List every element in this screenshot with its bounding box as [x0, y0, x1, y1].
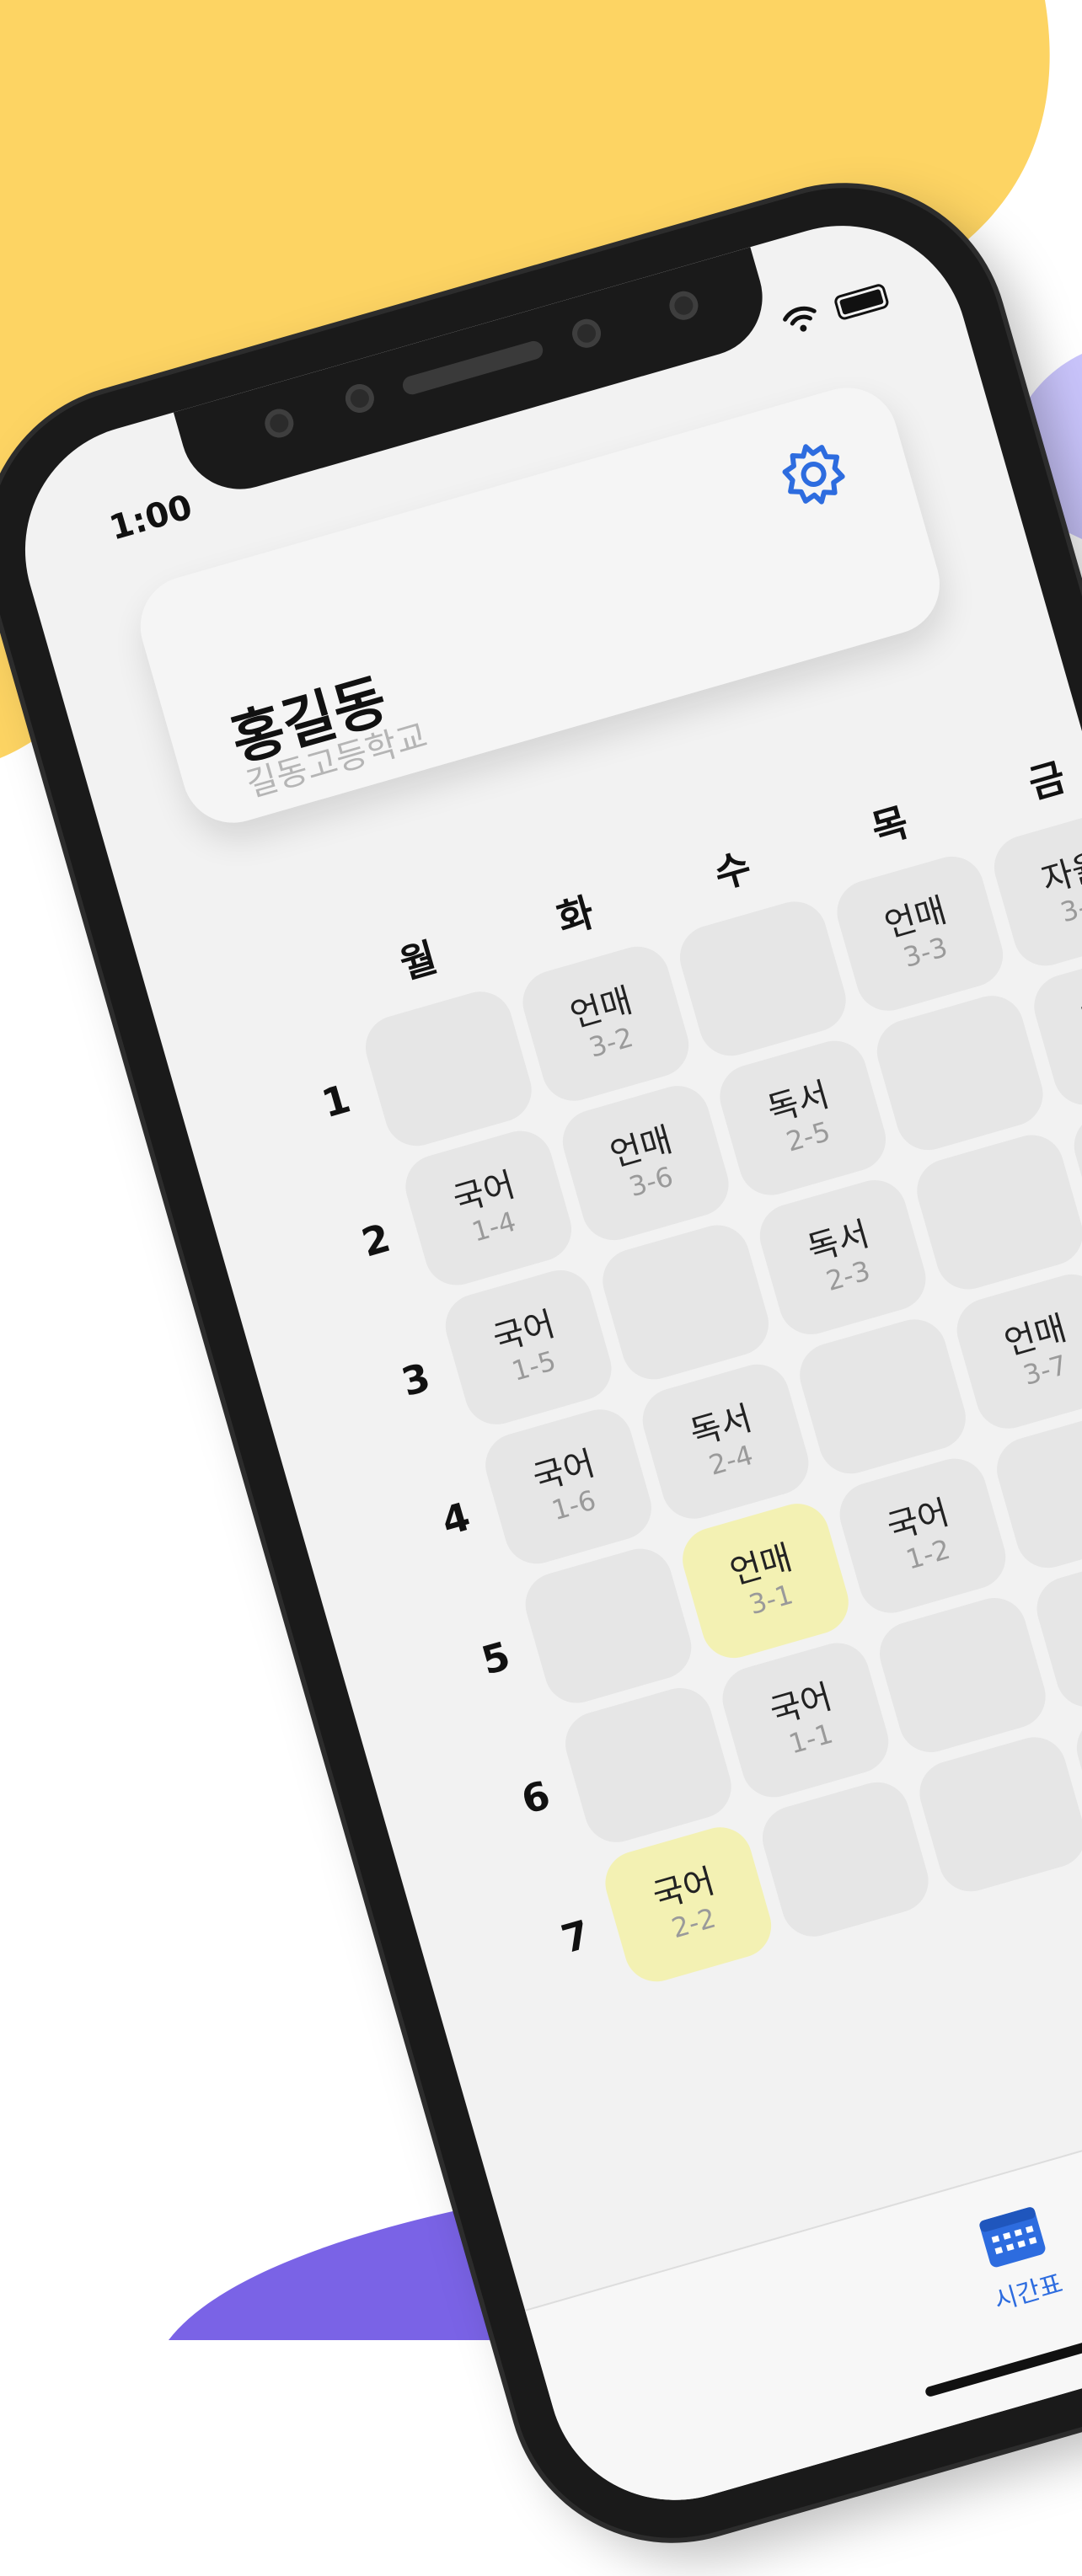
- gear-icon[interactable]: [772, 433, 855, 516]
- period-number: 6: [516, 1772, 555, 1824]
- cell-subject: 자율: [1077, 985, 1082, 1039]
- wifi-icon: [783, 306, 817, 332]
- timetable-cell[interactable]: 국어 1-4: [398, 1123, 580, 1293]
- timetable-cell[interactable]: 국어 1-1: [715, 1635, 897, 1805]
- timetable-cell[interactable]: 언매 3-6: [554, 1078, 737, 1248]
- timetable-cell[interactable]: [792, 1312, 973, 1482]
- timetable-cell[interactable]: [909, 1127, 1082, 1297]
- battery-icon: [833, 282, 891, 322]
- timetable-cell[interactable]: [558, 1680, 739, 1850]
- period-number: 4: [437, 1493, 475, 1545]
- tab-bar: 시간표: [524, 2042, 1082, 2531]
- front-camera: [569, 315, 605, 351]
- timetable-cell[interactable]: 독서 2-4: [635, 1356, 817, 1526]
- timetable-cell[interactable]: [754, 1774, 936, 1944]
- timetable-cell[interactable]: [872, 1590, 1053, 1760]
- status-icons: [779, 281, 891, 339]
- timetable-cell[interactable]: 언매 3-1: [675, 1496, 856, 1666]
- period-number: 7: [556, 1911, 595, 1963]
- day-header: 금: [1023, 753, 1071, 808]
- speaker-grille: [400, 339, 545, 397]
- status-time: 1:00: [104, 487, 197, 548]
- timetable-cell[interactable]: [869, 988, 1051, 1158]
- calendar-icon: [979, 2207, 1046, 2268]
- timetable-cell[interactable]: 언매 3-7: [949, 1266, 1082, 1436]
- timetable-cell[interactable]: 독서 2-3: [752, 1172, 934, 1342]
- tab-timetable[interactable]: 시간표: [924, 2186, 1082, 2331]
- camera-dot: [261, 405, 297, 441]
- period-number: 3: [396, 1354, 436, 1406]
- timetable-cell[interactable]: [357, 984, 539, 1154]
- period-number: 1: [316, 1075, 356, 1127]
- timetable-cell[interactable]: [517, 1541, 699, 1711]
- timetable-cell[interactable]: 언매 3-2: [515, 938, 697, 1109]
- timetable-cell[interactable]: 국어 1-5: [437, 1262, 619, 1432]
- timetable-cell[interactable]: 독서 2-5: [712, 1033, 894, 1203]
- period-number: 5: [476, 1633, 516, 1684]
- period-number: 2: [356, 1215, 395, 1266]
- timetable-cell[interactable]: 국어 1-6: [478, 1402, 659, 1572]
- timetable-cell[interactable]: [595, 1217, 776, 1387]
- sensor-dot: [666, 287, 702, 323]
- timetable-cell[interactable]: 언매 3-3: [829, 848, 1011, 1018]
- timetable-cell[interactable]: 국어 2-2: [597, 1820, 779, 1990]
- timetable-cell[interactable]: [672, 894, 854, 1064]
- sensor-dot: [341, 380, 378, 416]
- timetable-cell[interactable]: 국어 1-2: [832, 1451, 1014, 1621]
- timetable-cell[interactable]: [912, 1729, 1082, 1900]
